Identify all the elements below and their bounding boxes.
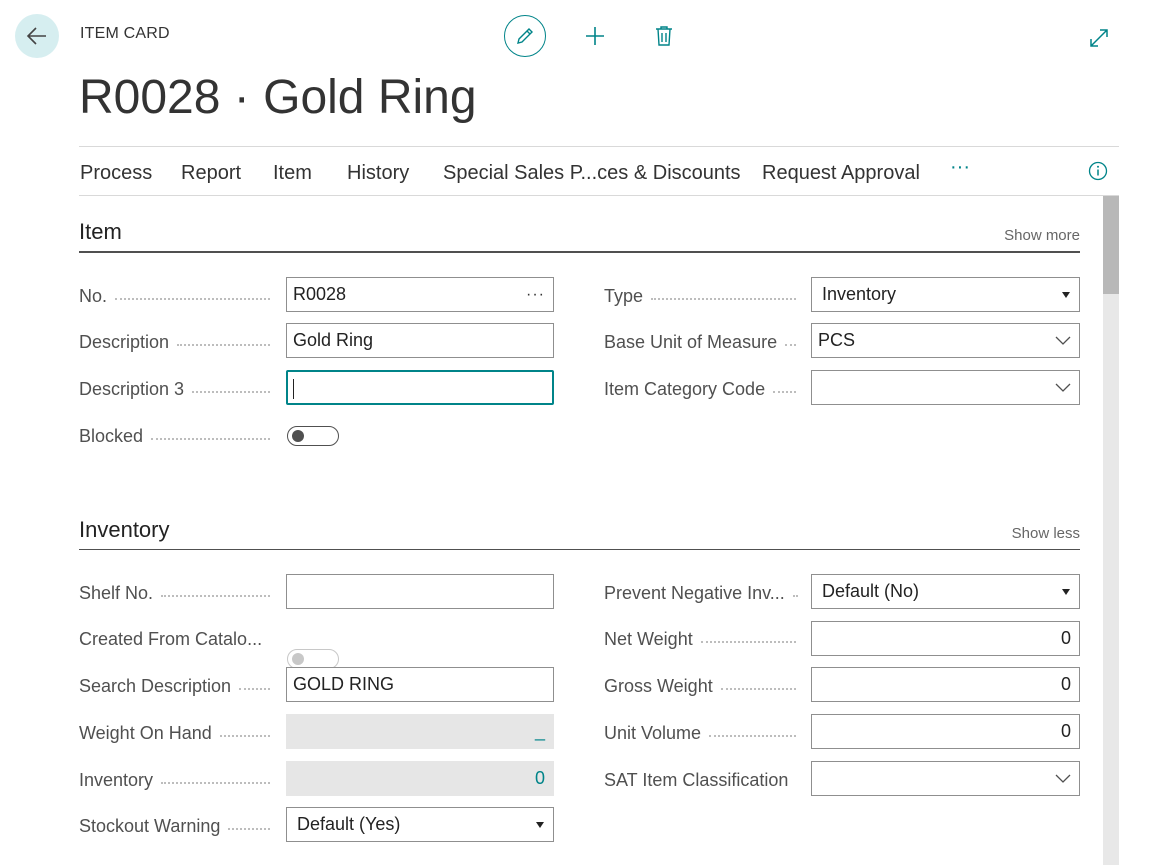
created-from-catalog-toggle (287, 649, 339, 669)
more-actions-button[interactable]: ··· (950, 156, 970, 179)
blocked-toggle[interactable] (287, 426, 339, 446)
trash-icon (656, 26, 672, 46)
info-icon (1088, 161, 1108, 181)
shelf-no-field[interactable] (286, 574, 554, 609)
inventory-field[interactable]: 0 (286, 761, 554, 796)
caret-down-icon (1062, 588, 1070, 595)
divider (79, 195, 1119, 196)
sat-item-classification-field[interactable] (811, 761, 1080, 796)
nav-history[interactable]: History (347, 162, 409, 185)
type-select[interactable]: Inventory (811, 277, 1080, 312)
section-divider (79, 251, 1080, 253)
weight-on-hand-label: Weight On Hand (79, 723, 274, 744)
search-description-field[interactable]: GOLD RING (286, 667, 554, 702)
gross-weight-label: Gross Weight (604, 676, 800, 697)
description-field[interactable]: Gold Ring (286, 323, 554, 358)
nav-process[interactable]: Process (80, 162, 152, 185)
description3-label: Description 3 (79, 379, 274, 400)
show-more-link[interactable]: Show more (1004, 227, 1080, 244)
delete-button[interactable] (652, 16, 676, 56)
item-category-field[interactable] (811, 370, 1080, 405)
prevent-negative-select[interactable]: Default (No) (811, 574, 1080, 609)
created-from-catalog-label: Created From Catalo... (79, 629, 263, 649)
text-cursor (293, 379, 294, 399)
expand-icon (1090, 29, 1108, 47)
caret-down-icon (536, 821, 544, 828)
type-label: Type (604, 286, 800, 307)
pencil-icon (517, 28, 533, 44)
nav-request-approval[interactable]: Request Approval (762, 162, 920, 185)
info-button[interactable] (1088, 161, 1108, 186)
toggle-knob (292, 430, 304, 442)
description-label: Description (79, 332, 274, 353)
no-field[interactable]: R0028 ··· (286, 277, 554, 312)
breadcrumb: ITEM CARD (80, 25, 170, 42)
nav-report[interactable]: Report (181, 162, 241, 185)
expand-button[interactable] (1086, 18, 1112, 58)
plus-icon (586, 27, 604, 45)
back-button[interactable] (15, 14, 59, 58)
net-weight-label: Net Weight (604, 629, 800, 650)
weight-on-hand-field: _ (286, 714, 554, 749)
search-description-label: Search Description (79, 676, 274, 697)
edit-button[interactable] (504, 15, 546, 57)
net-weight-field[interactable]: 0 (811, 621, 1080, 656)
no-label: No. (79, 286, 274, 307)
base-uom-label: Base Unit of Measure (604, 332, 800, 353)
nav-item[interactable]: Item (273, 162, 312, 185)
inventory-label: Inventory (79, 770, 274, 791)
toggle-knob (292, 653, 304, 665)
assist-edit-button[interactable]: ··· (526, 286, 545, 304)
chevron-down-icon[interactable] (1055, 774, 1071, 784)
base-uom-field[interactable]: PCS (811, 323, 1080, 358)
section-divider (79, 549, 1080, 550)
page-title: R0028 · Gold Ring (79, 71, 477, 124)
back-arrow-icon (26, 27, 46, 45)
chevron-down-icon[interactable] (1055, 383, 1071, 393)
unit-volume-label: Unit Volume (604, 723, 800, 744)
stockout-warning-select[interactable]: Default (Yes) (286, 807, 554, 842)
nav-special-sales-prices[interactable]: Special Sales P...ces & Discounts (443, 162, 741, 185)
unit-volume-field[interactable]: 0 (811, 714, 1080, 749)
caret-down-icon (1062, 291, 1070, 298)
blocked-label: Blocked (79, 426, 274, 447)
shelf-no-label: Shelf No. (79, 583, 274, 604)
item-category-label: Item Category Code (604, 379, 800, 400)
gross-weight-field[interactable]: 0 (811, 667, 1080, 702)
show-less-link[interactable]: Show less (1012, 525, 1080, 542)
section-title-inventory: Inventory (79, 517, 170, 542)
chevron-down-icon[interactable] (1055, 336, 1071, 346)
section-title-item: Item (79, 219, 122, 244)
new-button[interactable] (582, 16, 608, 56)
prevent-negative-label: Prevent Negative Inv... (604, 583, 800, 604)
scrollbar-track[interactable] (1103, 196, 1119, 865)
stockout-warning-label: Stockout Warning (79, 816, 274, 837)
sat-item-classification-label: SAT Item Classification (604, 770, 789, 790)
divider (79, 146, 1119, 147)
scrollbar-thumb[interactable] (1103, 196, 1119, 294)
description3-field[interactable] (286, 370, 554, 405)
